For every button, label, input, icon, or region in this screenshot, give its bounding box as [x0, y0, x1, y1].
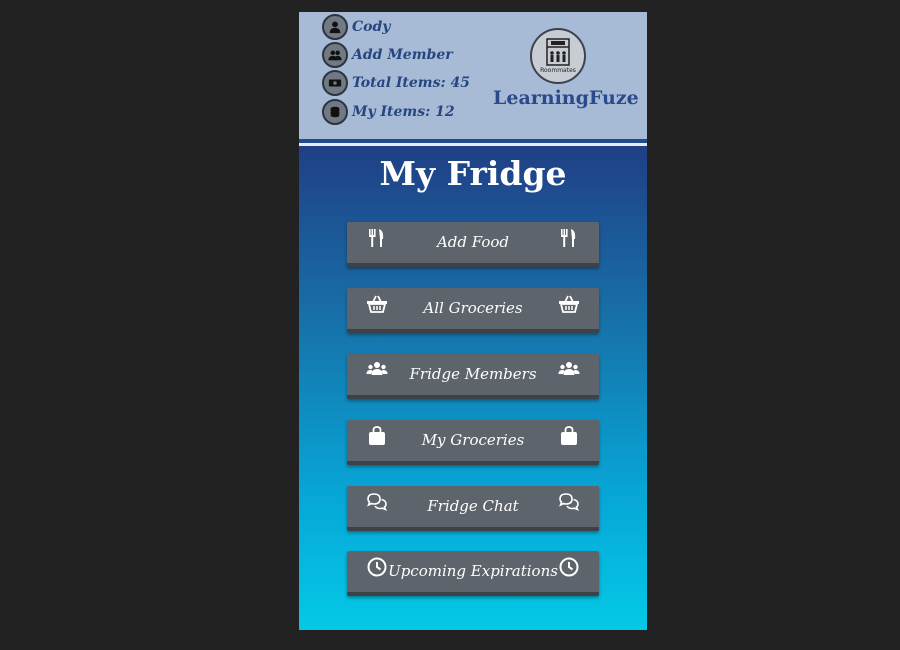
total-items-stat: Total Items: 45: [322, 70, 470, 96]
coins-icon: [322, 99, 348, 125]
fridge-chat-button[interactable]: Fridge Chat: [347, 486, 599, 531]
app-header: Cody Add Member Total Items: 45 My Items…: [299, 12, 647, 139]
users-icon: [558, 359, 580, 381]
fridge-logo-icon: [546, 38, 570, 66]
user-icon: [322, 14, 348, 40]
my-items-label: My Items: 12: [352, 104, 455, 120]
fridge-members-button[interactable]: Fridge Members: [347, 354, 599, 399]
all-groceries-button[interactable]: All Groceries: [347, 288, 599, 333]
add-member-link[interactable]: Add Member: [322, 42, 453, 68]
money-bill-icon: [322, 70, 348, 96]
user-profile[interactable]: Cody: [322, 14, 390, 40]
app-window: Cody Add Member Total Items: 45 My Items…: [299, 12, 647, 630]
utensils-icon: [558, 227, 580, 249]
logo-caption: Roommates: [540, 67, 576, 74]
my-items-stat: My Items: 12: [322, 99, 455, 125]
add-member-label: Add Member: [352, 47, 453, 63]
my-groceries-button[interactable]: My Groceries: [347, 420, 599, 465]
basket-icon: [558, 293, 580, 315]
roommates-logo: Roommates: [530, 28, 586, 84]
page-title: My Fridge: [379, 154, 567, 193]
user-name: Cody: [352, 19, 391, 35]
shopping-bag-icon: [558, 425, 580, 447]
brand-name: LearningFuze: [493, 87, 639, 109]
user-group-icon: [322, 42, 348, 68]
upcoming-expirations-button[interactable]: Upcoming Expirations: [347, 551, 599, 596]
add-food-button[interactable]: Add Food: [347, 222, 599, 267]
total-items-label: Total Items: 45: [352, 75, 471, 91]
header-divider: [299, 139, 647, 146]
comments-icon: [558, 491, 580, 513]
clock-icon: [558, 556, 580, 578]
